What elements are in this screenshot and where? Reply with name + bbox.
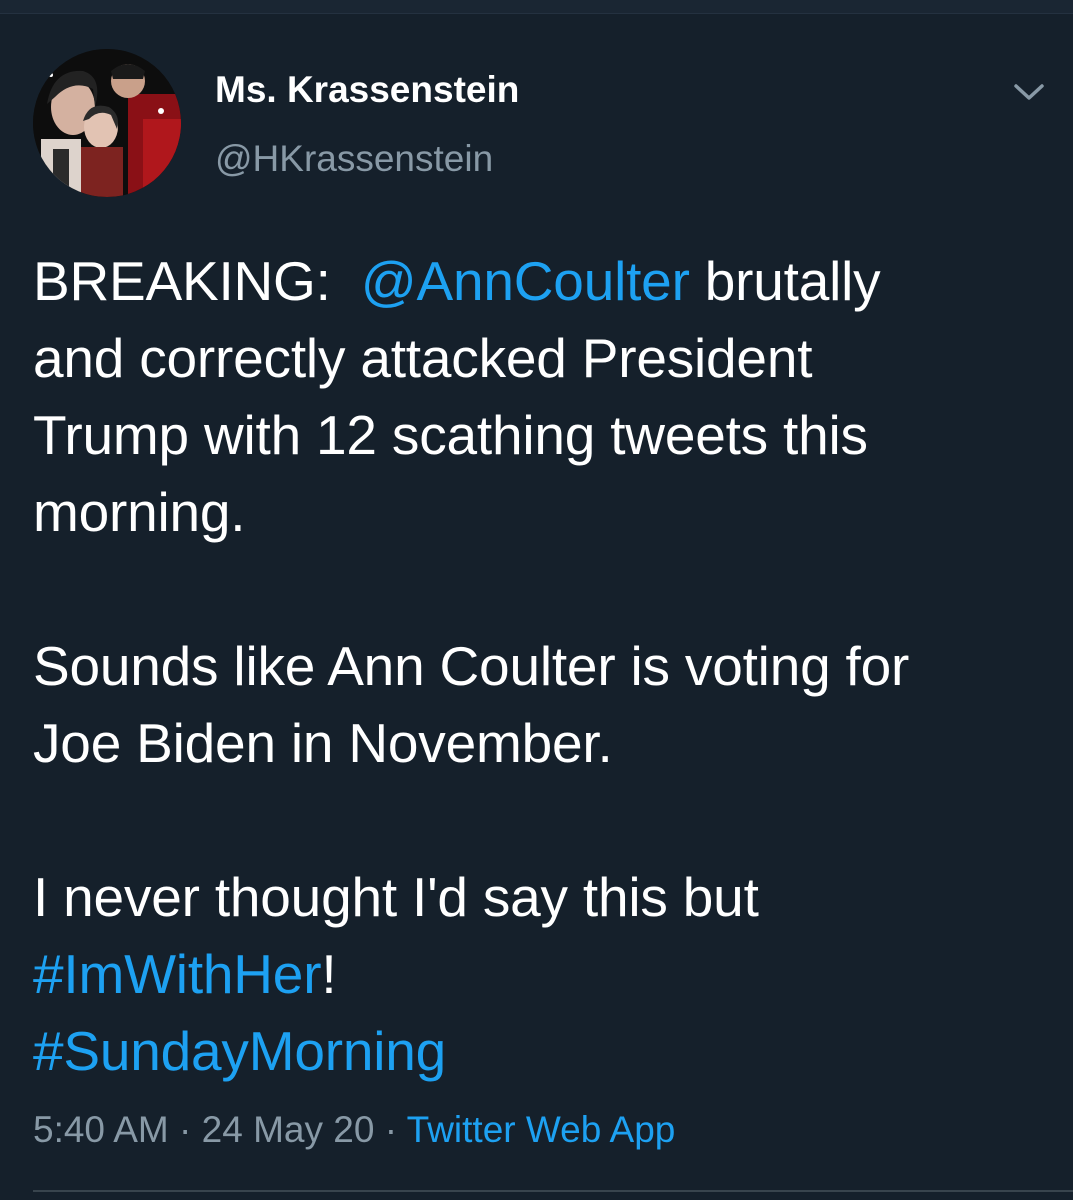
meta-separator: · (374, 1109, 407, 1150)
tweet-date[interactable]: 24 May 20 (202, 1109, 375, 1150)
mention-link[interactable]: @AnnCoulter (361, 250, 690, 312)
tweet-line: #SundayMorning (33, 1013, 1043, 1090)
avatar-image (33, 49, 181, 197)
tweet-line: Sounds like Ann Coulter is voting for (33, 635, 910, 697)
tweet-card[interactable]: Ms. Krassenstein @HKrassenstein BREAKING… (0, 14, 1073, 1200)
divider (33, 1190, 1073, 1192)
chevron-down-icon[interactable] (1011, 76, 1047, 106)
avatar[interactable] (33, 49, 181, 197)
tweet-line: I never thought I'd say this but (33, 866, 759, 928)
tweet-line: BREAKING: @AnnCoulter brutally (33, 243, 1043, 320)
top-edge (0, 0, 1073, 14)
hashtag-link[interactable]: #SundayMorning (33, 1020, 446, 1082)
tweet-line: Trump with 12 scathing tweets this (33, 404, 868, 466)
tweet-text-segment: brutally (689, 250, 881, 312)
tweet-line: #ImWithHer! (33, 936, 1043, 1013)
hashtag-link[interactable]: #ImWithHer (33, 943, 322, 1005)
tweet-line: Joe Biden in November. (33, 712, 613, 774)
source-link[interactable]: Twitter Web App (407, 1109, 676, 1150)
tweet-text-segment: BREAKING: (33, 250, 361, 312)
tweet-text-segment: ! (321, 943, 337, 1005)
user-handle[interactable]: @HKrassenstein (215, 135, 493, 183)
tweet-line: morning. (33, 481, 246, 543)
display-name[interactable]: Ms. Krassenstein (215, 66, 519, 114)
meta-separator: · (168, 1109, 202, 1150)
tweet-time[interactable]: 5:40 AM (33, 1109, 169, 1150)
tweet-line: and correctly attacked President (33, 327, 813, 389)
tweet-text: BREAKING: @AnnCoulter brutally and corre… (33, 243, 1043, 1090)
tweet-meta: 5:40 AM · 24 May 20 · Twitter Web App (33, 1106, 675, 1154)
